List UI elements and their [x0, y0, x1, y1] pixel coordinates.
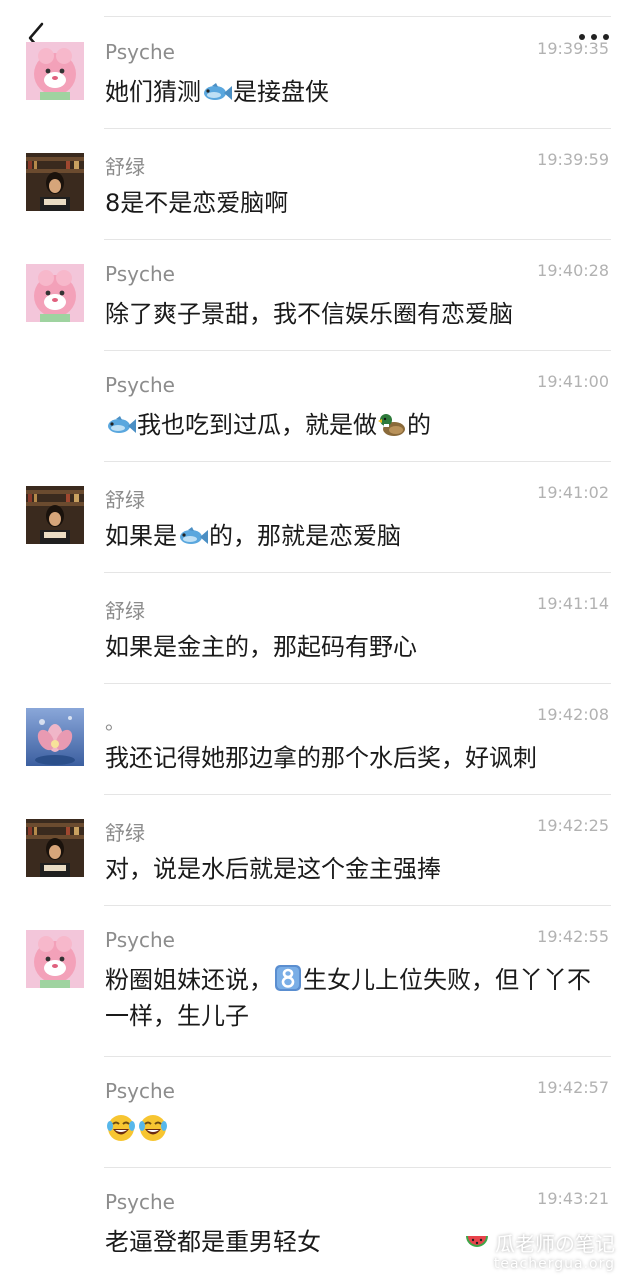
- fish-emoji-icon: [201, 78, 233, 106]
- message-time: 19:43:21: [537, 1189, 609, 1208]
- sender-name: Psyche: [105, 40, 175, 64]
- avatar-pink-cartoon[interactable]: [26, 42, 84, 100]
- message-text-segment: 我还记得她那边拿的那个水后奖，好讽刺: [105, 744, 537, 772]
- message-text-segment: 她们猜测: [105, 78, 201, 106]
- message: Psyche 19:42:55 粉圈姐妹还说， 生女儿上位失败，但丫丫不一样，生儿…: [0, 906, 637, 1057]
- crying-laughing-emoji-icon: [105, 1115, 137, 1145]
- sender-name: 舒绿: [105, 155, 145, 179]
- message: 舒绿 19:41:02 如果是 的，那就是恋爱脑: [0, 462, 637, 573]
- message: Psyche 19:41:00 我也吃到过瓜，就是做 的: [0, 351, 637, 462]
- avatar-flower-painting[interactable]: [26, 708, 84, 766]
- message-time: 19:41:14: [537, 594, 609, 613]
- message-text: 除了爽子景甜，我不信娱乐圈有恋爱脑: [105, 296, 603, 332]
- sender-name: Psyche: [105, 1190, 175, 1214]
- sender-name: 。: [105, 710, 125, 734]
- avatar-pink-cartoon[interactable]: [26, 930, 84, 988]
- crying-laughing-emoji-icon: [137, 1115, 169, 1145]
- message: 舒绿 19:39:59 8是不是恋爱脑啊: [0, 129, 637, 240]
- message-text-segment: 如果是金主的，那起码有野心: [105, 633, 417, 661]
- message-text: 粉圈姐妹还说， 生女儿上位失败，但丫丫不一样，生儿子: [105, 962, 603, 1034]
- message-text: 我也吃到过瓜，就是做 的: [105, 407, 603, 443]
- message: 舒绿 19:42:25 对，说是水后就是这个金主强捧: [0, 795, 637, 906]
- watermark: 瓜老师の笔记 teachergua.org: [465, 1232, 615, 1272]
- avatar-library-photo[interactable]: [26, 153, 84, 211]
- keycap-8-emoji-icon: [273, 965, 303, 994]
- message-text-segment: 除了爽子景甜，我不信娱乐圈有恋爱脑: [105, 300, 513, 328]
- message-text-segment: 老逼登都是重男轻女: [105, 1228, 321, 1256]
- avatar-library-photo[interactable]: [26, 819, 84, 877]
- message-time: 19:40:28: [537, 261, 609, 280]
- sender-name: 舒绿: [105, 488, 145, 512]
- message-time: 19:42:55: [537, 927, 609, 946]
- message-text: 8是不是恋爱脑啊: [105, 185, 603, 221]
- sender-name: 舒绿: [105, 599, 145, 623]
- avatar-pink-cartoon[interactable]: [26, 264, 84, 322]
- message-time: 19:41:02: [537, 483, 609, 502]
- message-text-segment: 如果是: [105, 522, 177, 550]
- message-text-segment: 对，说是水后就是这个金主强捧: [105, 855, 441, 883]
- fish-emoji-icon: [105, 411, 137, 439]
- message-time: 19:42:08: [537, 705, 609, 724]
- sender-name: Psyche: [105, 373, 175, 397]
- message: Psyche 19:40:28 除了爽子景甜，我不信娱乐圈有恋爱脑: [0, 240, 637, 351]
- sender-name: Psyche: [105, 1079, 175, 1103]
- message: Psyche 19:39:35 她们猜测 是接盘侠: [0, 18, 637, 129]
- duck-emoji-icon: [377, 411, 407, 439]
- message-text: 如果是金主的，那起码有野心: [105, 629, 603, 665]
- watermark-subtitle: teachergua.org: [493, 1256, 615, 1272]
- message-time: 19:39:35: [537, 39, 609, 58]
- message-text: 我还记得她那边拿的那个水后奖，好讽刺: [105, 740, 603, 776]
- avatar-library-photo[interactable]: [26, 486, 84, 544]
- message: 。 19:42:08 我还记得她那边拿的那个水后奖，好讽刺: [0, 684, 637, 795]
- fish-emoji-icon: [177, 522, 209, 550]
- message-text-segment: 我也吃到过瓜，就是做: [137, 411, 377, 439]
- sender-name: Psyche: [105, 928, 175, 952]
- message-time: 19:41:00: [537, 372, 609, 391]
- sender-name: Psyche: [105, 262, 175, 286]
- message-text-segment: 粉圈姐妹还说，: [105, 966, 273, 994]
- watermelon-icon: [465, 1236, 488, 1247]
- message-text-segment: 的，那就是恋爱脑: [209, 522, 401, 550]
- message-text: 对，说是水后就是这个金主强捧: [105, 851, 603, 887]
- message-text: [105, 1113, 603, 1149]
- message: Psyche 19:42:57: [0, 1057, 637, 1168]
- message-text: 如果是 的，那就是恋爱脑: [105, 518, 603, 554]
- message-time: 19:39:59: [537, 150, 609, 169]
- message-text-segment: 是接盘侠: [233, 78, 329, 106]
- message-text: 她们猜测 是接盘侠: [105, 74, 603, 110]
- sender-name: 舒绿: [105, 821, 145, 845]
- message-time: 19:42:25: [537, 816, 609, 835]
- watermark-title: 瓜老师の笔记: [495, 1232, 615, 1256]
- message-time: 19:42:57: [537, 1078, 609, 1097]
- message-text-segment: 8是不是恋爱脑啊: [105, 189, 289, 217]
- divider: [104, 16, 611, 17]
- message-text-segment: 的: [407, 411, 431, 439]
- message: 舒绿 19:41:14 如果是金主的，那起码有野心: [0, 573, 637, 684]
